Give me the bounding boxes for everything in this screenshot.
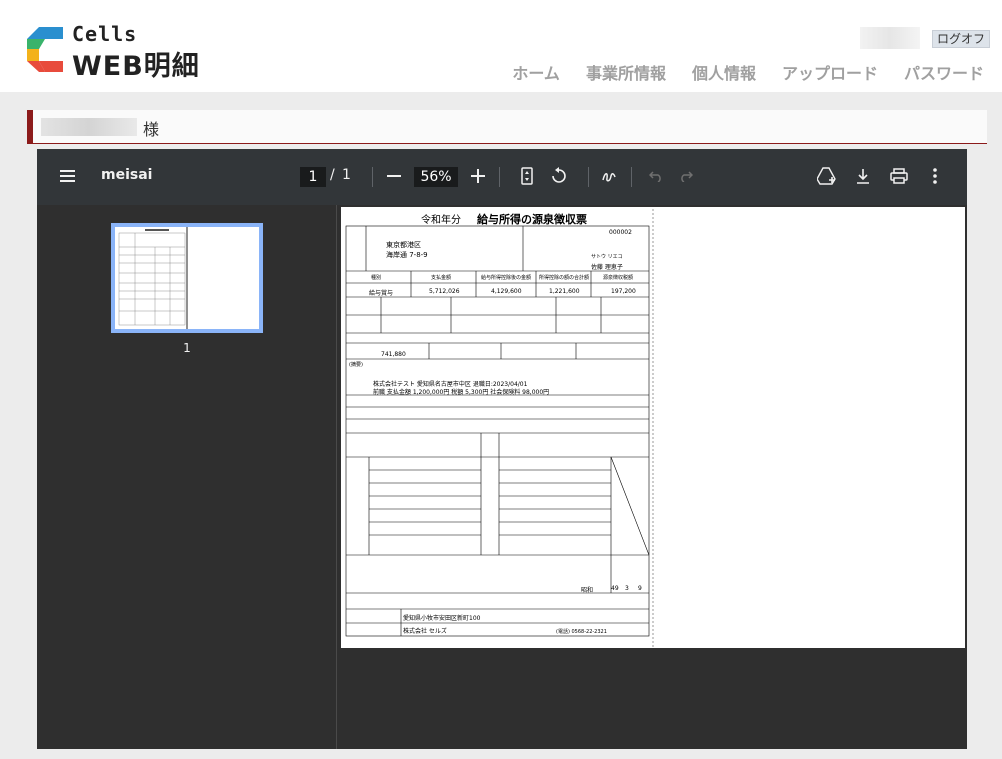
col-amount: 支払金額	[431, 275, 452, 281]
cells-logo-icon	[27, 27, 63, 72]
download-icon[interactable]	[852, 165, 874, 187]
save-to-drive-icon[interactable]	[816, 165, 838, 187]
nav-home[interactable]: ホーム	[512, 60, 560, 84]
page-separator: /	[330, 167, 335, 183]
print-icon[interactable]	[888, 165, 910, 187]
nav-office-info[interactable]: 事業所情報	[586, 60, 666, 84]
divider	[499, 167, 500, 187]
undo-icon[interactable]	[645, 165, 667, 187]
col-kind: 種別	[371, 275, 382, 281]
birth-day: 9	[638, 585, 642, 592]
logo-large-text: WEB明細	[72, 51, 200, 82]
pdf-page: 令和年分 給与所得の源泉徴収票 000002 東京都港区 海岸通 7-8-9 サト…	[341, 207, 965, 648]
pdf-toolbar: meisai 1 / 1 56%	[37, 149, 967, 205]
pay-amount: 5,712,026	[429, 288, 460, 295]
birth-month: 3	[625, 585, 629, 592]
menu-icon[interactable]	[57, 165, 79, 187]
thumbnail-sidebar: 1	[37, 205, 337, 749]
year-label: 年分	[441, 215, 461, 226]
birth-year: 49	[611, 585, 619, 592]
social-insurance-amount: 741,880	[381, 351, 406, 358]
col-after-deduction: 給与所得控除後の金額	[481, 275, 532, 281]
rotate-icon[interactable]	[548, 165, 570, 187]
zoom-input[interactable]: 56%	[414, 167, 458, 187]
tax-amount: 197,200	[611, 288, 636, 295]
payer-phone: (電話) 0568-22-2321	[556, 629, 607, 635]
logout-button[interactable]: ログオフ	[932, 30, 991, 48]
payer-address: 愛知県小牧市安田区新町100	[403, 615, 481, 622]
recipient-address-1: 東京都港区	[386, 241, 421, 249]
zoom-in-icon[interactable]	[467, 165, 489, 187]
thumbnail-page-number: 1	[183, 341, 191, 355]
divider	[372, 167, 373, 187]
draw-icon[interactable]	[598, 165, 620, 187]
redo-icon[interactable]	[675, 165, 697, 187]
slip-title: 給与所得の源泉徴収票	[477, 213, 587, 226]
divider	[631, 167, 632, 187]
remarks-label: (摘要)	[349, 362, 363, 368]
recipient-address-2: 海岸通 7-8-9	[386, 251, 428, 259]
birth-era: 昭和	[581, 587, 594, 594]
page-thumbnail[interactable]	[111, 223, 263, 333]
nav-upload[interactable]: アップロード	[782, 60, 878, 84]
page-number-input[interactable]: 1	[300, 167, 326, 187]
pdf-viewer: meisai 1 / 1 56% 1 令和年分 給与所得の源泉徴収票 00000…	[37, 149, 967, 749]
recipient-name-redacted	[41, 118, 137, 136]
honorific: 様	[143, 120, 160, 139]
main-nav: ホーム 事業所情報 個人情報 アップロード パスワード	[512, 60, 984, 84]
deduction-total-amount: 1,221,600	[549, 288, 580, 295]
zoom-out-icon[interactable]	[383, 165, 405, 187]
logo-small-text: Cells	[72, 22, 138, 46]
payer-name: 株式会社 セルズ	[403, 628, 447, 635]
fit-page-icon[interactable]	[516, 165, 538, 187]
pay-type: 給与賞与	[369, 290, 394, 297]
file-name: meisai	[101, 167, 153, 183]
nav-personal-info[interactable]: 個人情報	[692, 60, 756, 84]
thumbnail-preview	[115, 227, 259, 329]
user-name-redacted	[860, 27, 920, 49]
form-title: 令和年分 給与所得の源泉徴収票	[421, 213, 587, 226]
recipient-bar: 様	[27, 110, 987, 144]
recipient-name: 佐藤 理恵子	[591, 264, 623, 271]
col-deduction-total: 所得控除の額の合計額	[539, 275, 590, 281]
document-area[interactable]: 令和年分 給与所得の源泉徴収票 000002 東京都港区 海岸通 7-8-9 サト…	[338, 205, 967, 749]
nav-password[interactable]: パスワード	[904, 60, 984, 84]
more-options-icon[interactable]	[924, 165, 946, 187]
total-pages: 1	[342, 167, 351, 183]
col-tax: 源泉徴収税額	[603, 275, 634, 281]
employee-number: 000002	[609, 229, 632, 236]
app-header: Cells WEB明細 ログオフ ホーム 事業所情報 個人情報 アップロード パ…	[0, 0, 1002, 92]
after-deduction-amount: 4,129,600	[491, 288, 522, 295]
remarks-line-2: 前職 支払金額 1,200,000円 税額 5,300円 社会保険料 98,00…	[373, 389, 550, 396]
recipient-kana: サトウ リエコ	[591, 254, 623, 260]
divider	[588, 167, 589, 187]
